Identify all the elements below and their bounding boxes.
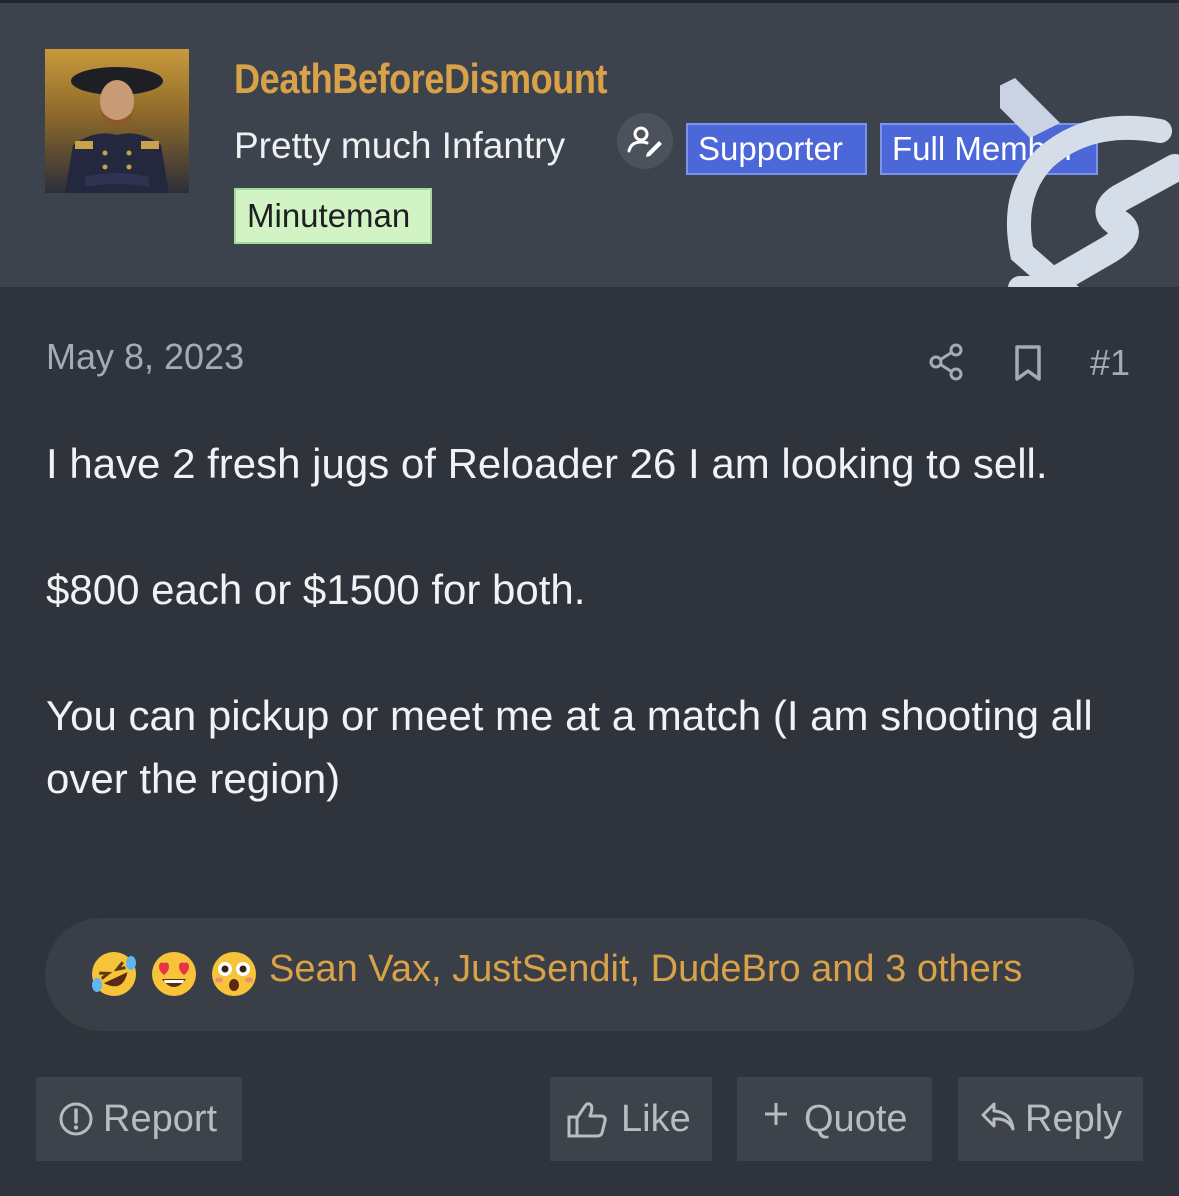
post-body: I have 2 fresh jugs of Reloader 26 I am … [46,432,1136,810]
minuteman-badge[interactable]: Minuteman [234,188,432,244]
post-paragraph: You can pickup or meet me at a match (I … [46,692,1093,802]
bookmark-icon[interactable] [1012,344,1044,382]
user-edit-icon[interactable] [617,113,673,169]
reply-arrow-icon [981,1102,1015,1131]
thumbs-up-icon [567,1102,607,1138]
quote-label: Quote [804,1098,908,1140]
reply-label: Reply [1025,1098,1123,1140]
flushed-emoji-icon [212,952,256,996]
post-number[interactable]: #1 [1090,342,1130,384]
user-title: Pretty much Infantry [234,125,566,166]
post-date[interactable]: May 8, 2023 [46,336,244,378]
heart-eyes-emoji-icon [152,952,196,996]
like-button[interactable]: Like [550,1077,712,1161]
plus-icon [765,1103,787,1125]
reactions-users-link[interactable]: Sean Vax, JustSendit, DudeBro and 3 othe… [269,948,1022,991]
supporter-badge[interactable]: Supporter [686,123,867,175]
site-logo-watermark-icon [1000,78,1179,287]
quote-button[interactable]: Quote [737,1077,932,1161]
post-header: DeathBeforeDismount Pretty much Infantry… [0,0,1179,287]
rolling-laughing-emoji-icon [92,952,136,996]
post-paragraph: $800 each or $1500 for both. [46,566,586,613]
reply-button[interactable]: Reply [958,1077,1143,1161]
avatar[interactable] [45,49,189,193]
share-icon[interactable] [926,342,966,382]
username[interactable]: DeathBeforeDismount [234,55,608,103]
report-label: Report [103,1098,218,1140]
reactions-bar[interactable]: Sean Vax, JustSendit, DudeBro and 3 othe… [45,918,1134,1031]
post-paragraph: I have 2 fresh jugs of Reloader 26 I am … [46,440,1048,487]
avatar-portrait-icon [65,67,169,193]
like-label: Like [621,1098,691,1140]
exclamation-circle-icon [59,1102,93,1136]
report-button[interactable]: Report [36,1077,242,1161]
